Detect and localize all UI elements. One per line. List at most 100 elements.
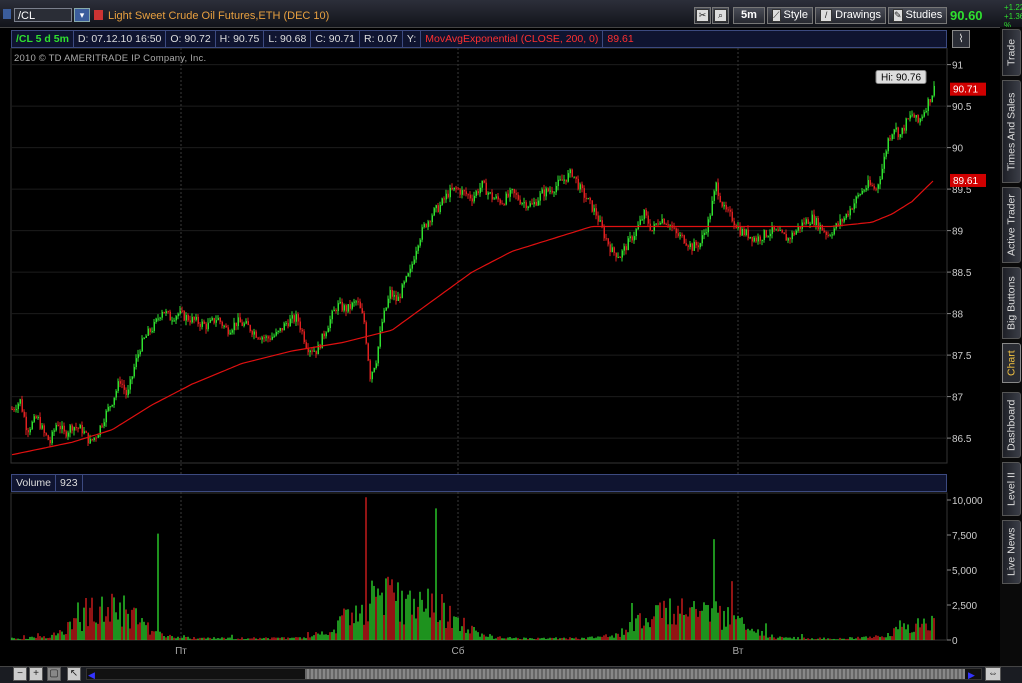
candle-body: [901, 127, 903, 135]
volume-bars: [11, 497, 935, 640]
candle-body: [797, 226, 799, 231]
candle-body: [587, 198, 589, 200]
tab-dashboard[interactable]: Dashboard: [1002, 392, 1021, 458]
candle-body: [343, 305, 345, 311]
symbol-dropdown-button[interactable]: ▾: [74, 8, 90, 22]
studies-button[interactable]: ✎ Studies: [888, 7, 947, 24]
candle-body: [87, 432, 89, 444]
candle-body: [541, 189, 543, 194]
candle-body: [577, 178, 579, 190]
candle-body: [807, 219, 809, 225]
tab-times-and-sales[interactable]: Times And Sales: [1002, 80, 1021, 183]
candle-body: [293, 315, 295, 322]
candle-body: [463, 190, 465, 192]
candle-body: [521, 203, 523, 205]
zoom-out-icon[interactable]: −: [13, 667, 27, 681]
style-button[interactable]: ⟋ Style: [767, 7, 813, 24]
candle-body: [511, 189, 513, 191]
candle-body: [299, 321, 301, 330]
candle-body: [345, 305, 347, 312]
candle-body: [59, 425, 61, 430]
zoom-tool-button[interactable]: ⌕: [712, 7, 729, 24]
candle-body: [829, 235, 831, 237]
tab-big-buttons[interactable]: Big Buttons: [1002, 267, 1021, 339]
candle-body: [21, 399, 23, 412]
tab-live-news[interactable]: Live News: [1002, 520, 1021, 584]
drawings-button[interactable]: / Drawings: [815, 7, 886, 24]
candle-body: [933, 85, 935, 96]
candle-body: [791, 232, 793, 240]
candle-body: [283, 323, 285, 331]
volume-tick-label: 2,500: [952, 601, 977, 612]
candle-body: [873, 186, 875, 189]
candle-body: [51, 431, 53, 444]
candle-body: [149, 328, 151, 332]
candle-body: [905, 118, 907, 131]
price-tick-label: 88: [952, 310, 964, 321]
candle-body: [495, 196, 497, 199]
bar-range: R: 0.07: [360, 31, 403, 47]
candle-body: [477, 191, 479, 194]
candle-body: [225, 325, 227, 328]
candle-body: [893, 129, 895, 135]
link-icon[interactable]: [3, 9, 11, 19]
candle-body: [591, 200, 593, 212]
candle-body: [449, 187, 451, 198]
tab-level-ii[interactable]: Level II: [1002, 462, 1021, 516]
candle-body: [507, 193, 509, 197]
candle-body: [455, 187, 457, 189]
candle-body: [355, 301, 357, 303]
scroll-right-icon[interactable]: ▶: [968, 670, 975, 681]
crosshair-tool-button[interactable]: ✂: [694, 7, 711, 24]
candle-body: [849, 208, 851, 216]
candle-body: [929, 99, 931, 103]
candle-body: [785, 234, 787, 241]
candle-body: [185, 315, 187, 321]
candle-body: [383, 310, 385, 322]
candle-body: [641, 219, 643, 221]
scroll-left-icon[interactable]: ◀: [88, 670, 95, 681]
candle-body: [567, 173, 569, 182]
candle-body: [457, 188, 459, 190]
timeframe-button[interactable]: 5m: [733, 7, 765, 24]
study-name[interactable]: MovAvgExponential (CLOSE, 200, 0): [421, 31, 604, 47]
tab-chart[interactable]: Chart: [1002, 343, 1021, 383]
candle-body: [117, 381, 119, 391]
candle-body: [897, 127, 899, 138]
candle-body: [643, 209, 645, 220]
candle-body: [677, 233, 679, 237]
candle-body: [291, 315, 293, 319]
candle-body: [561, 179, 563, 181]
symbol-input[interactable]: /CL: [14, 8, 72, 22]
zoom-in-icon[interactable]: +: [29, 667, 43, 681]
cursor-icon[interactable]: ↖: [67, 667, 81, 681]
candle-body: [163, 311, 165, 314]
candle-body: [91, 438, 93, 440]
candle-body: [303, 331, 305, 343]
candle-body: [61, 425, 63, 430]
flag-icon[interactable]: [94, 10, 103, 20]
candle-body: [877, 184, 879, 189]
chart-settings-icon[interactable]: ⌇: [952, 30, 970, 48]
scroll-end-icon[interactable]: ⇔: [985, 667, 1001, 681]
candle-body: [203, 321, 205, 324]
candle-body: [195, 316, 197, 320]
candle-body: [11, 409, 13, 411]
candle-body: [157, 318, 159, 320]
candle-body: [465, 191, 467, 195]
price-tick-label: 90.5: [952, 102, 972, 113]
tab-active-trader[interactable]: Active Trader: [1002, 187, 1021, 263]
expand-icon[interactable]: ▢: [47, 667, 61, 681]
candle-body: [415, 250, 417, 260]
candle-body: [137, 354, 139, 359]
candle-body: [335, 309, 337, 312]
price-chart[interactable]: 9190.59089.58988.58887.58786.5 10,0007,5…: [0, 48, 1000, 666]
tab-trade[interactable]: Trade: [1002, 29, 1021, 76]
candle-body: [333, 309, 335, 312]
candle-body: [729, 209, 731, 212]
candle-body: [349, 304, 351, 309]
candle-body: [589, 198, 591, 201]
candle-body: [793, 232, 795, 235]
scrollbar-thumb[interactable]: [305, 669, 965, 679]
candle-body: [437, 205, 439, 213]
